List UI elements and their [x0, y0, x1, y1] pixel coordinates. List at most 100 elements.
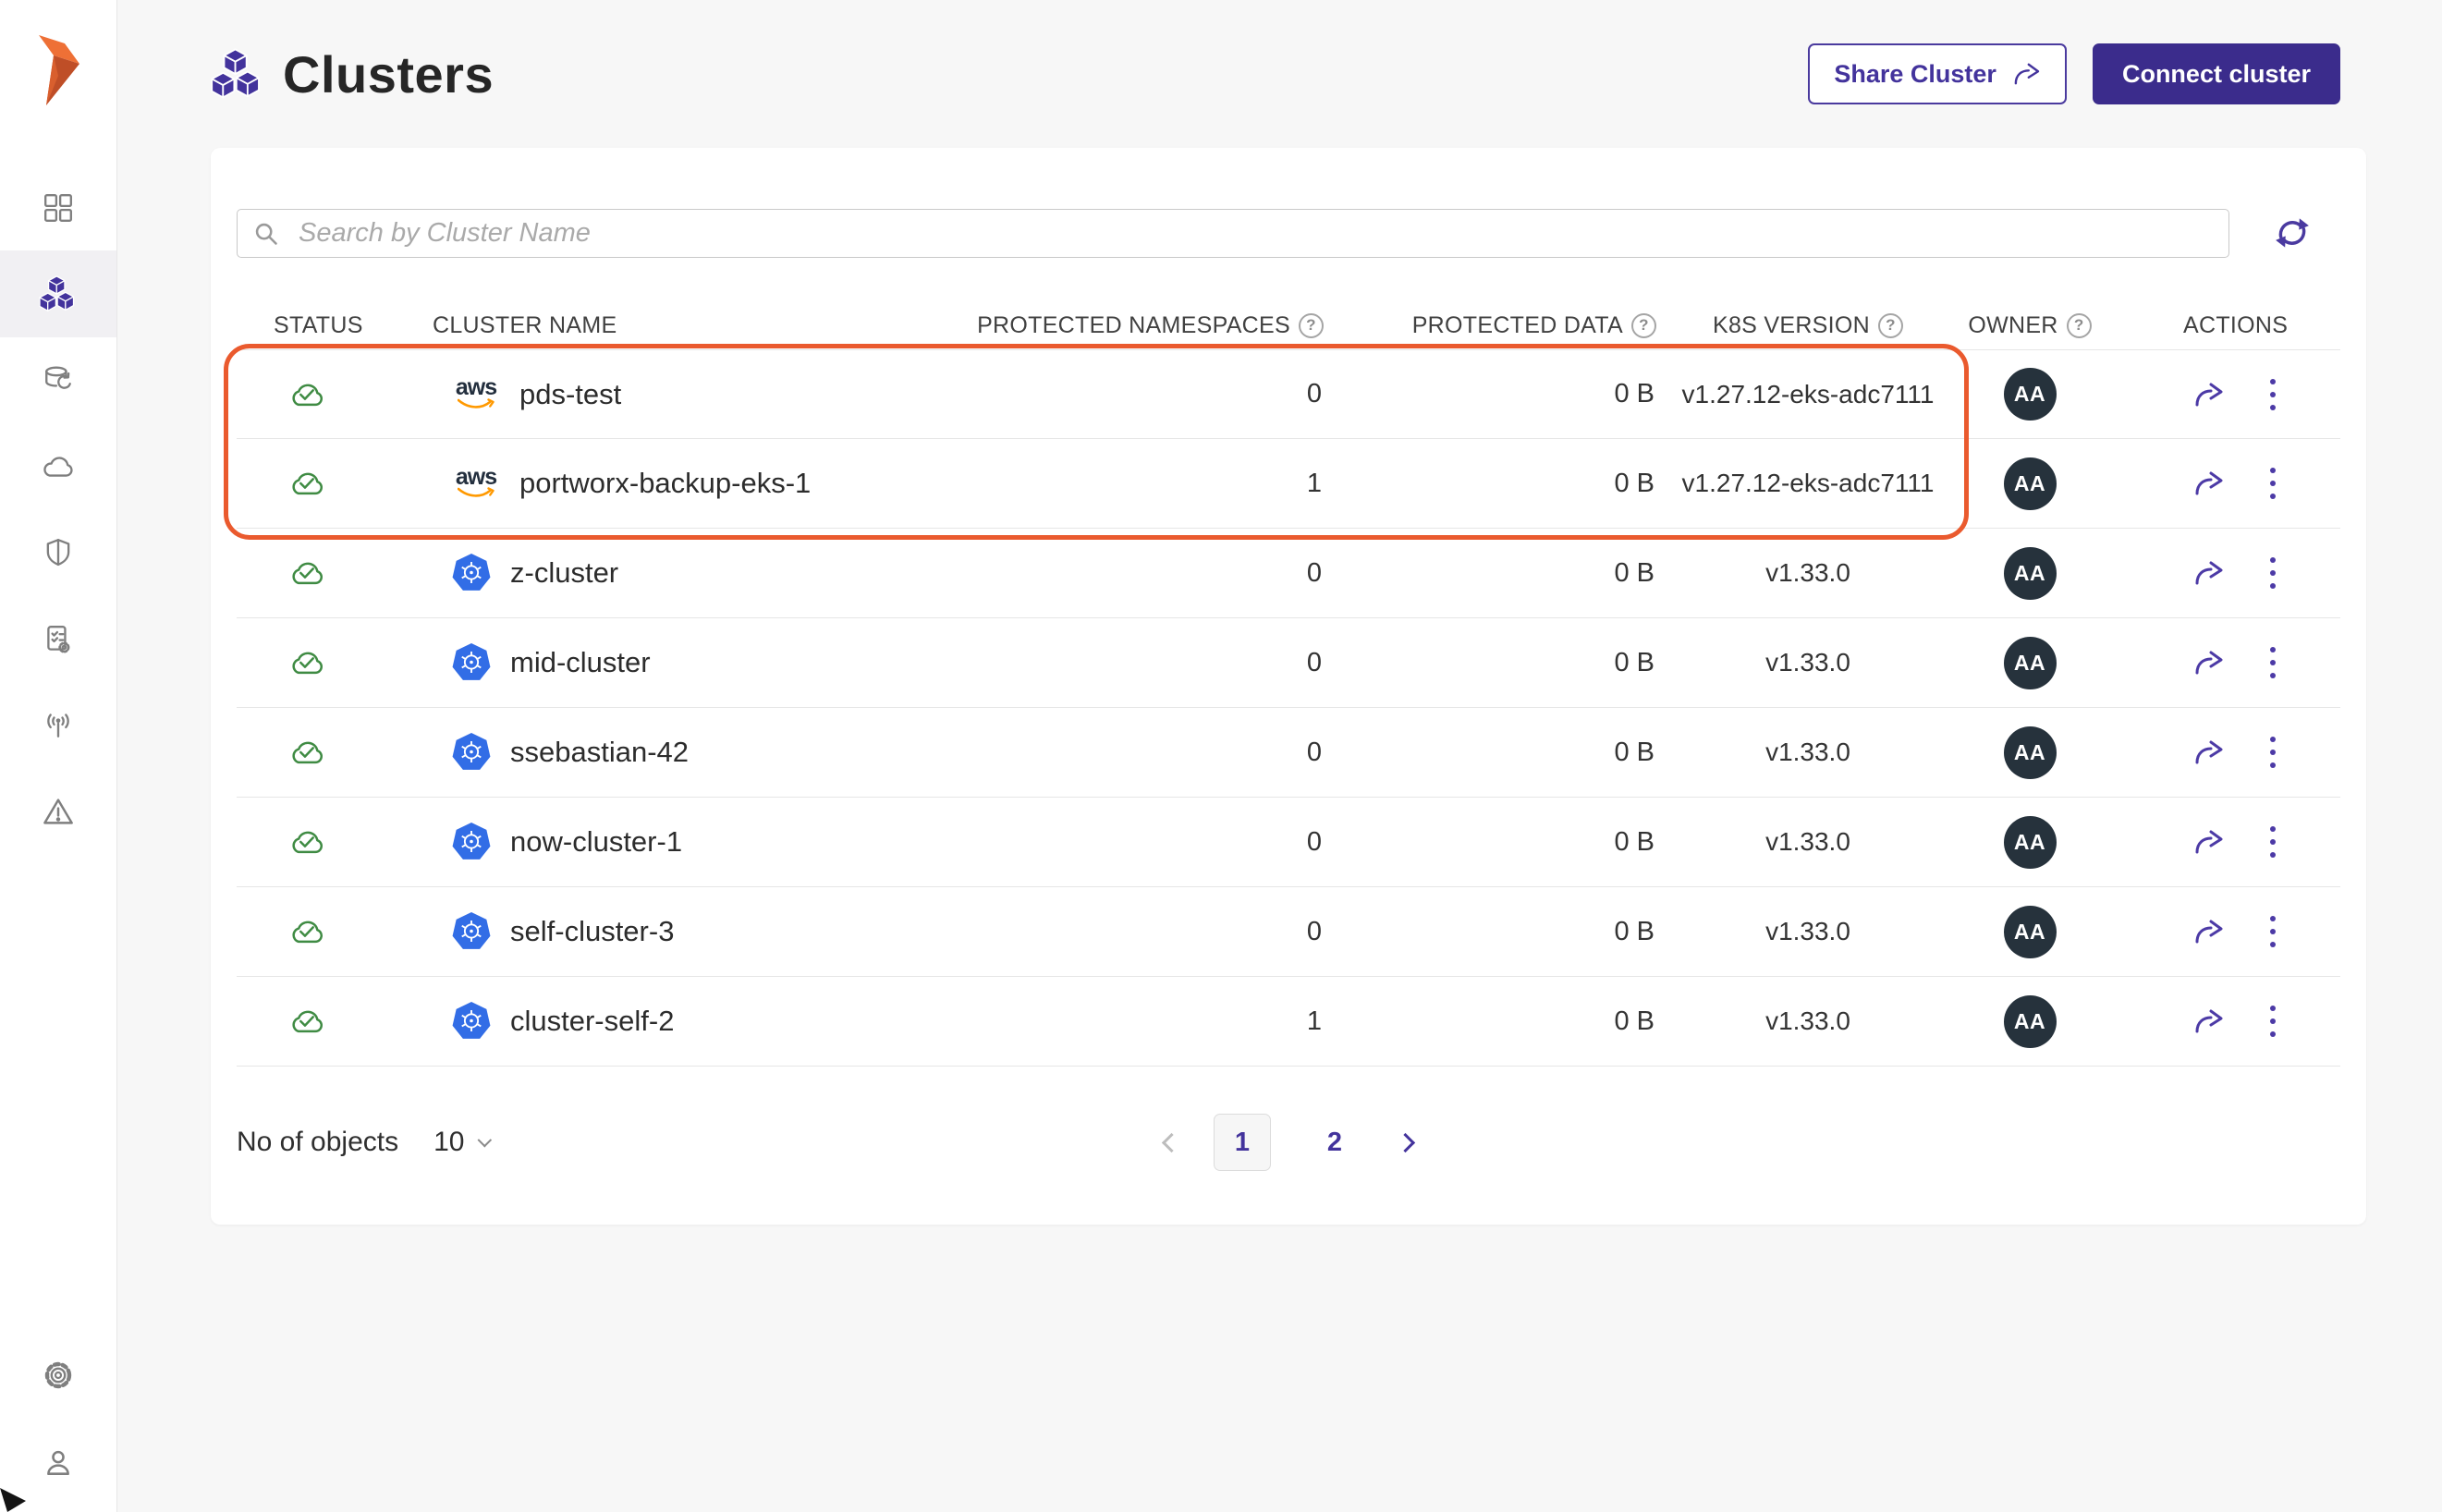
status-healthy-icon: [287, 827, 326, 857]
column-header-owner: OWNER?: [1956, 312, 2104, 339]
status-healthy-icon: [287, 648, 326, 677]
sidebar-item-rules[interactable]: [0, 596, 116, 683]
help-icon[interactable]: ?: [1631, 313, 1656, 338]
protected-namespaces-value: 1: [995, 977, 1327, 1066]
k8s-version-value: v1.33.0: [1660, 618, 1956, 707]
cluster-name: mid-cluster: [510, 646, 651, 679]
table-body: aws pds-test 0 0 B v1.27.12-: [237, 349, 2340, 1067]
clusters-icon: [39, 275, 78, 312]
more-actions-icon[interactable]: [2266, 733, 2279, 772]
sidebar-item-broadcast[interactable]: [0, 682, 116, 769]
share-action-icon[interactable]: [2192, 470, 2224, 496]
column-header-protected-data: PROTECTED DATA?: [1327, 312, 1660, 339]
column-header-k8s-version: K8S VERSION?: [1660, 312, 1956, 339]
protected-namespaces-value: 0: [995, 798, 1327, 886]
k8s-version-value: v1.33.0: [1660, 798, 1956, 886]
cluster-name: self-cluster-3: [510, 915, 674, 948]
help-icon[interactable]: ?: [1299, 313, 1324, 338]
page-size-value: 10: [433, 1127, 464, 1158]
protected-data-value: 0 B: [1327, 708, 1660, 797]
next-page-button[interactable]: [1396, 1132, 1415, 1152]
more-actions-icon[interactable]: [2266, 1002, 2279, 1041]
kubernetes-icon: [451, 1001, 492, 1042]
owner-avatar: AA: [2004, 457, 2057, 510]
more-actions-icon[interactable]: [2266, 643, 2279, 682]
sidebar-item-alerts[interactable]: [0, 768, 116, 855]
protected-namespaces-value: 0: [995, 708, 1327, 797]
protected-namespaces-value: 0: [995, 618, 1327, 707]
aws-icon: aws: [451, 378, 501, 409]
page-2-button[interactable]: 2: [1306, 1114, 1363, 1171]
dashboard-icon: [43, 192, 74, 224]
sidebar-item-clusters[interactable]: [0, 250, 116, 337]
cluster-name: now-cluster-1: [510, 825, 682, 859]
portworx-logo[interactable]: [37, 33, 79, 107]
protected-namespaces-value: 0: [995, 887, 1327, 976]
table-row[interactable]: aws cluster-self-2 1 0 B v1.: [237, 977, 2340, 1067]
more-actions-icon[interactable]: [2266, 375, 2279, 414]
database-restore-icon: [43, 365, 74, 396]
person-icon: [43, 1447, 74, 1479]
header-actions: Share Cluster Connect cluster: [1808, 43, 2340, 104]
more-actions-icon[interactable]: [2266, 823, 2279, 861]
column-header-cluster-name: CLUSTER NAME: [394, 312, 995, 339]
status-healthy-icon: [287, 917, 326, 946]
share-action-icon[interactable]: [2192, 650, 2224, 676]
objects-label: No of objects: [237, 1127, 398, 1158]
table-row[interactable]: aws z-cluster 0 0 B v1.33.0: [237, 529, 2340, 618]
share-action-icon[interactable]: [2192, 739, 2224, 765]
sidebar-item-dashboard[interactable]: [0, 165, 116, 251]
app-window: Clusters Share Cluster Connect cluster: [0, 0, 2442, 1512]
portworx-logo-icon: [37, 33, 79, 107]
table-row[interactable]: aws mid-cluster 0 0 B v1.33.: [237, 618, 2340, 708]
protected-data-value: 0 B: [1327, 529, 1660, 617]
share-action-icon[interactable]: [2192, 1008, 2224, 1034]
owner-avatar: AA: [2004, 906, 2057, 958]
owner-avatar: AA: [2004, 726, 2057, 779]
clusters-card: STATUSCLUSTER NAMEPROTECTED NAMESPACES?P…: [211, 148, 2366, 1225]
sidebar-item-cloud-accounts[interactable]: [0, 423, 116, 510]
help-icon[interactable]: ?: [2067, 313, 2092, 338]
table-row[interactable]: aws ssebastian-42 0 0 B v1.3: [237, 708, 2340, 798]
protected-data-value: 0 B: [1327, 887, 1660, 976]
table-row[interactable]: aws now-cluster-1 0 0 B v1.3: [237, 798, 2340, 887]
share-cluster-button[interactable]: Share Cluster: [1808, 43, 2067, 104]
cluster-name: pds-test: [519, 378, 621, 411]
table-header-row: STATUSCLUSTER NAMEPROTECTED NAMESPACES?P…: [237, 301, 2340, 349]
page-1-button[interactable]: 1: [1214, 1114, 1271, 1171]
help-icon[interactable]: ?: [1878, 313, 1903, 338]
share-action-icon[interactable]: [2192, 560, 2224, 586]
sidebar-item-backups[interactable]: [0, 337, 116, 424]
cloud-icon: [42, 454, 75, 480]
sidebar-item-settings[interactable]: [0, 1332, 116, 1419]
warning-triangle-icon: [42, 796, 75, 827]
page-size-dropdown[interactable]: 10: [433, 1127, 487, 1158]
more-actions-icon[interactable]: [2266, 554, 2279, 592]
table-row[interactable]: aws self-cluster-3 0 0 B v1.: [237, 887, 2340, 977]
column-header-status: STATUS: [237, 312, 394, 339]
k8s-version-value: v1.27.12-eks-adc7111: [1660, 350, 1956, 438]
share-action-icon[interactable]: [2192, 919, 2224, 945]
more-actions-icon[interactable]: [2266, 912, 2279, 951]
clusters-page-icon: [211, 48, 264, 100]
k8s-version-value: v1.33.0: [1660, 529, 1956, 617]
connect-cluster-button[interactable]: Connect cluster: [2093, 43, 2340, 104]
prev-page-button[interactable]: [1162, 1132, 1181, 1152]
share-action-icon[interactable]: [2192, 382, 2224, 408]
owner-avatar: AA: [2004, 637, 2057, 689]
owner-avatar: AA: [2004, 547, 2057, 600]
aws-icon: aws: [451, 468, 501, 499]
refresh-button[interactable]: [2272, 214, 2313, 253]
cluster-name: ssebastian-42: [510, 736, 689, 769]
share-cluster-label: Share Cluster: [1834, 60, 1996, 89]
more-actions-icon[interactable]: [2266, 464, 2279, 503]
table-row[interactable]: aws pds-test 0 0 B v1.27.12-: [237, 349, 2340, 439]
search-input[interactable]: [237, 209, 2229, 258]
search-icon: [253, 221, 279, 247]
table-row[interactable]: aws portworx-backup-eks-1 1 0 B: [237, 439, 2340, 529]
objects-control: No of objects 10: [237, 1107, 487, 1177]
share-action-icon[interactable]: [2192, 829, 2224, 855]
k8s-version-value: v1.27.12-eks-adc7111: [1660, 439, 1956, 528]
sidebar-item-security[interactable]: [0, 509, 116, 596]
status-healthy-icon: [287, 1006, 326, 1036]
